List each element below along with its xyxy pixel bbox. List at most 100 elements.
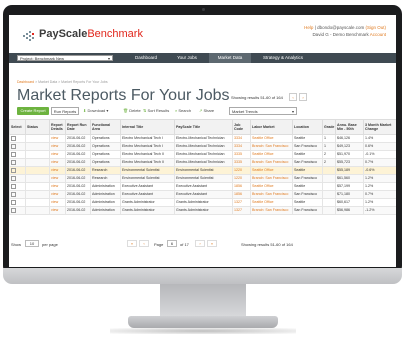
table-cell[interactable]: view (49, 150, 66, 159)
chevron-down-icon: ▾ (107, 56, 110, 61)
col-functional-area[interactable]: Functional Area (90, 119, 121, 135)
table-cell: Seattle (292, 166, 323, 175)
checkbox-icon[interactable] (11, 167, 16, 173)
table-row[interactable]: view 2016-06-02 Administration Executive As… (9, 182, 396, 191)
checkbox-icon[interactable] (11, 143, 16, 149)
market-select[interactable]: Market Trends ▾ (229, 107, 297, 115)
row-checkbox[interactable] (9, 142, 26, 151)
checkbox-icon[interactable] (11, 207, 16, 213)
col-internal-title[interactable]: Internal Title (120, 119, 175, 135)
checkbox-icon[interactable] (11, 175, 16, 181)
checkbox-icon[interactable] (11, 135, 16, 141)
next-page-icon[interactable]: › (195, 240, 205, 247)
table-row[interactable]: view 2016-06-02 Administration Grants Admin… (9, 206, 396, 215)
checkbox-icon[interactable] (11, 199, 16, 205)
run-reports-button[interactable]: Run Reports (51, 107, 79, 115)
table-cell[interactable]: view (49, 142, 66, 151)
help-link[interactable]: Help (304, 25, 313, 30)
table-cell: Operations (90, 158, 121, 167)
last-page-icon[interactable]: » (207, 240, 217, 247)
results-count: Showing results 51-60 of 164 (231, 95, 283, 100)
col-report-details[interactable]: Report Details (49, 119, 66, 135)
table-row[interactable]: view 2016-06-02 Operations Electro Mechanic… (9, 142, 396, 151)
table-cell: San Francisco (292, 158, 323, 167)
col-location[interactable]: Location (292, 119, 323, 135)
table-row[interactable]: view 2016-06-02 Operations Electro Mechanic… (9, 134, 396, 143)
signout-link[interactable]: (Sign Out) (365, 25, 386, 30)
table-cell[interactable]: view (49, 158, 66, 167)
prev-page-icon[interactable]: ‹ (139, 240, 149, 247)
brand-logo[interactable]: PayScaleBenchmark (39, 28, 143, 40)
row-checkbox[interactable] (9, 174, 26, 183)
project-select[interactable]: Project: Benchmark New ▾ (17, 55, 113, 61)
checkbox-icon[interactable] (11, 183, 16, 189)
delete-button[interactable]: 🗑 Delete (123, 107, 141, 115)
row-checkbox[interactable] (9, 198, 26, 207)
table-cell[interactable]: view (49, 134, 66, 143)
table-cell: 1220 (232, 174, 251, 183)
table-row[interactable]: view 2016-06-02 Administration Grants Admin… (9, 198, 396, 207)
search-button[interactable]: ⌕ Search (175, 107, 191, 115)
footer-results-count: Showing results 51-60 of 164 (241, 242, 293, 247)
row-checkbox[interactable] (9, 158, 26, 167)
page-size-select[interactable]: 10 (25, 240, 39, 247)
table-cell: 1 (322, 134, 336, 143)
next-page-icon[interactable]: › (299, 93, 307, 101)
table-cell[interactable]: view (49, 190, 66, 199)
table-row[interactable]: view 2016-06-02 Research Environmental Scie… (9, 166, 396, 175)
table-cell (25, 150, 50, 159)
col-select[interactable]: Select (9, 119, 26, 135)
table-cell: Branch: San Francisco (250, 174, 293, 183)
col-payscale-title[interactable]: PayScale Title (174, 119, 233, 135)
nav-your-jobs[interactable]: Your Jobs (167, 53, 207, 63)
nav-dashboard[interactable]: Dashboard (127, 53, 165, 63)
page-number-input[interactable]: 6 (167, 240, 177, 247)
table-header-row: Select Status Report Details Report Run … (9, 119, 396, 135)
table-cell: San Francisco (292, 206, 323, 215)
account-link[interactable]: Account (370, 32, 386, 37)
table-row[interactable]: view 2016-06-02 Administration Executive As… (9, 190, 396, 199)
row-checkbox[interactable] (9, 134, 26, 143)
col-grade[interactable]: Grade (322, 119, 336, 135)
table-cell: Electro-Mechanical Technician (174, 150, 233, 159)
table-cell[interactable]: view (49, 198, 66, 207)
nav-market-data[interactable]: Market Data (209, 53, 251, 63)
checkbox-icon[interactable] (11, 191, 16, 197)
col-market-change[interactable]: 3 Month Market Change (363, 119, 396, 135)
table-cell[interactable]: view (49, 174, 66, 183)
table-cell (25, 158, 50, 167)
table-cell: Seattle Office (250, 150, 293, 159)
table-cell: -1.2% (363, 206, 396, 215)
table-cell: $57,199 (335, 182, 364, 191)
table-cell (25, 198, 50, 207)
col-labor-market[interactable]: Labor Market (250, 119, 293, 135)
row-checkbox[interactable] (9, 206, 26, 215)
table-cell: 2016-06-02 (65, 198, 91, 207)
row-checkbox[interactable] (9, 190, 26, 199)
checkbox-icon[interactable] (11, 159, 16, 165)
table-cell[interactable]: view (49, 206, 66, 215)
row-checkbox[interactable] (9, 150, 26, 159)
table-row[interactable]: view 2016-06-02 Research Environmental Scie… (9, 174, 396, 183)
col-base-50th[interactable]: Annu. Base Min - 50th (335, 119, 364, 135)
col-job-code[interactable]: Job Code (232, 119, 251, 135)
table-cell[interactable]: view (49, 166, 66, 175)
first-page-icon[interactable]: « (127, 240, 137, 247)
col-run-date[interactable]: Report Run Date (65, 119, 91, 135)
row-checkbox[interactable] (9, 182, 26, 191)
row-checkbox[interactable] (9, 166, 26, 175)
col-status[interactable]: Status (25, 119, 50, 135)
prev-page-icon[interactable]: ‹ (289, 93, 297, 101)
table-cell: $55,189 (335, 166, 364, 175)
table-row[interactable]: view 2016-06-02 Operations Electro Mechanic… (9, 158, 396, 167)
breadcrumb-dashboard[interactable]: Dashboard (17, 80, 34, 84)
table-cell (25, 206, 50, 215)
table-cell[interactable]: view (49, 182, 66, 191)
share-button[interactable]: ↗ Share (199, 107, 214, 115)
checkbox-icon[interactable] (11, 151, 16, 157)
create-report-button[interactable]: Create Report (17, 107, 49, 115)
download-button[interactable]: ⬇ Download ▾ (83, 107, 108, 115)
table-row[interactable]: view 2016-06-02 Operations Electro Mechanic… (9, 150, 396, 159)
nav-strategy-analytics[interactable]: Strategy & Analytics (253, 53, 313, 63)
sort-results-button[interactable]: ⇅ Sort Results (143, 107, 169, 115)
